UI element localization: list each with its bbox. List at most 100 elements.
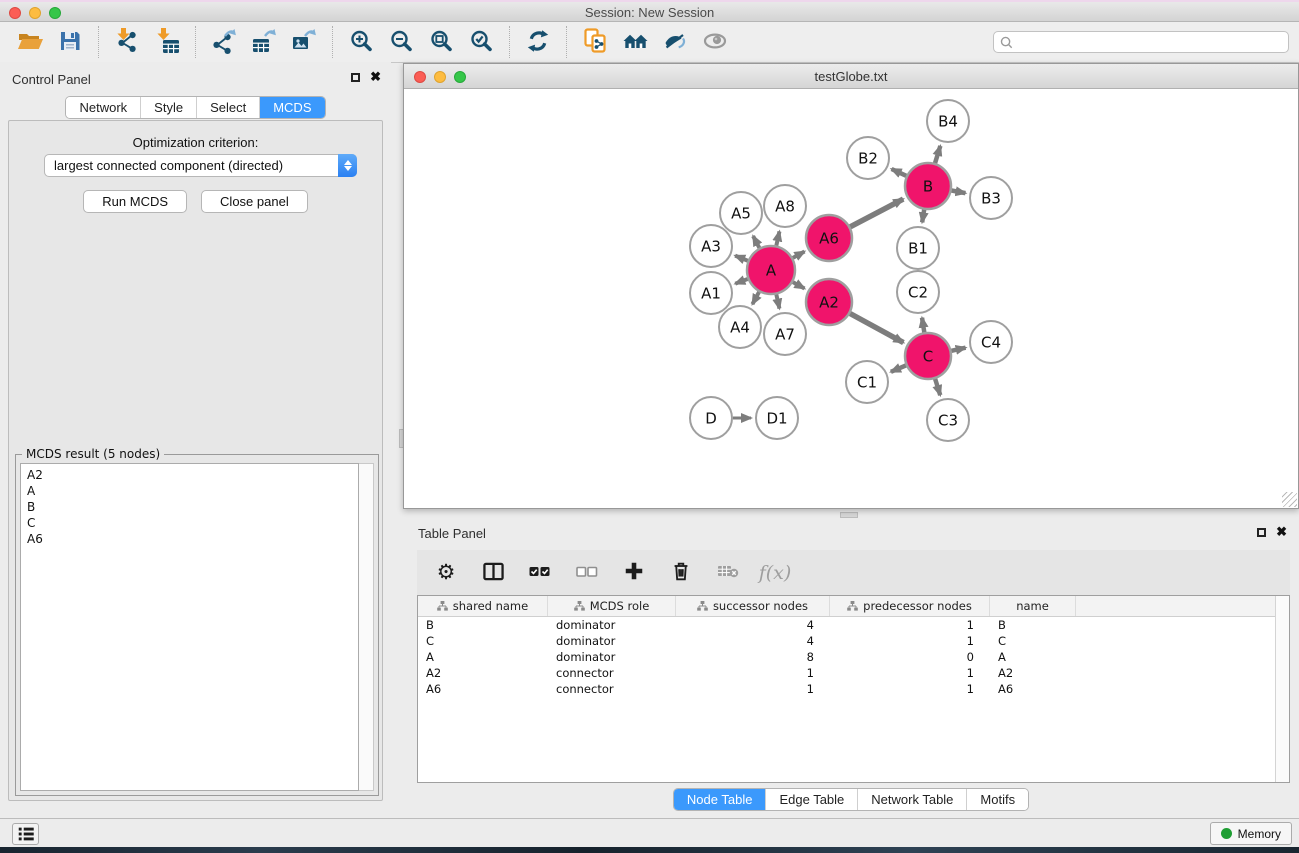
graph-edge-C-C4[interactable] <box>951 348 965 351</box>
tab-select[interactable]: Select <box>196 97 259 118</box>
table-cell[interactable]: A <box>418 649 548 665</box>
column-header-name[interactable]: name <box>990 596 1076 616</box>
column-layout-button[interactable] <box>480 558 506 588</box>
graph-node-A4[interactable]: A4 <box>719 306 761 348</box>
graph-edge-B-B2[interactable] <box>892 169 907 176</box>
result-list-item[interactable]: A <box>27 483 352 499</box>
graph-node-B3[interactable]: B3 <box>970 177 1012 219</box>
column-header-successor-nodes[interactable]: successor nodes <box>676 596 830 616</box>
birds-eye-view-button[interactable] <box>695 25 735 59</box>
close-panel-icon[interactable]: ✖ <box>370 72 381 82</box>
table-cell[interactable]: 1 <box>830 633 990 649</box>
table-close-panel-icon[interactable]: ✖ <box>1276 527 1287 537</box>
graph-edge-A2-C[interactable] <box>850 313 903 342</box>
table-tab-edge-table[interactable]: Edge Table <box>765 789 857 810</box>
result-list-item[interactable]: C <box>27 515 352 531</box>
export-image-button[interactable] <box>284 25 324 59</box>
table-cell[interactable]: connector <box>548 681 676 697</box>
table-tab-network-table[interactable]: Network Table <box>857 789 966 810</box>
column-header-MCDS-role[interactable]: MCDS role <box>548 596 676 616</box>
close-panel-button[interactable]: Close panel <box>201 190 308 213</box>
table-cell[interactable]: 4 <box>676 617 830 633</box>
table-row[interactable]: A2connector11A2 <box>418 665 1289 681</box>
table-cell[interactable]: connector <box>548 665 676 681</box>
tab-network[interactable]: Network <box>66 97 140 118</box>
float-panel-icon[interactable] <box>351 73 360 82</box>
export-network-button[interactable] <box>204 25 244 59</box>
graph-node-C1[interactable]: C1 <box>846 361 888 403</box>
table-cell[interactable]: dominator <box>548 617 676 633</box>
graph-edge-A-A4[interactable] <box>752 292 759 304</box>
export-table-button[interactable] <box>244 25 284 59</box>
table-row[interactable]: Bdominator41B <box>418 617 1289 633</box>
graph-node-B1[interactable]: B1 <box>897 227 939 269</box>
table-cell[interactable]: B <box>418 617 548 633</box>
memory-button[interactable]: Memory <box>1210 822 1292 845</box>
graph-node-A8[interactable]: A8 <box>764 185 806 227</box>
search-input[interactable] <box>1017 35 1282 49</box>
table-scrollbar[interactable] <box>1275 596 1289 782</box>
table-cell[interactable]: A6 <box>990 681 1076 697</box>
table-cell[interactable]: dominator <box>548 649 676 665</box>
table-cell[interactable]: 1 <box>676 681 830 697</box>
home-view-button[interactable] <box>615 25 655 59</box>
graph-edge-A-A8[interactable] <box>776 231 779 245</box>
graph-node-A7[interactable]: A7 <box>764 313 806 355</box>
graph-node-B[interactable]: B <box>905 163 951 209</box>
graph-node-B4[interactable]: B4 <box>927 100 969 142</box>
graph-node-A3[interactable]: A3 <box>690 225 732 267</box>
zoom-selected-button[interactable] <box>461 25 501 59</box>
table-row[interactable]: Cdominator41C <box>418 633 1289 649</box>
table-cell[interactable]: 1 <box>830 665 990 681</box>
graph-edge-A-A1[interactable] <box>735 279 747 284</box>
table-cell[interactable]: C <box>990 633 1076 649</box>
table-cell[interactable]: 1 <box>676 665 830 681</box>
table-cell[interactable]: A2 <box>418 665 548 681</box>
table-tab-node-table[interactable]: Node Table <box>674 789 766 810</box>
table-cell[interactable]: A2 <box>990 665 1076 681</box>
graph-node-A6[interactable]: A6 <box>806 215 852 261</box>
column-header-shared-name[interactable]: shared name <box>418 596 548 616</box>
import-network-button[interactable] <box>107 25 147 59</box>
run-mcds-button[interactable]: Run MCDS <box>83 190 187 213</box>
table-cell[interactable]: 0 <box>830 649 990 665</box>
zoom-fit-button[interactable] <box>421 25 461 59</box>
table-cell[interactable]: 1 <box>830 681 990 697</box>
table-tab-motifs[interactable]: Motifs <box>966 789 1028 810</box>
table-cell[interactable]: A6 <box>418 681 548 697</box>
graph-node-A2[interactable]: A2 <box>806 279 852 325</box>
hide-graphics-details-button[interactable] <box>655 25 695 59</box>
window-resize-grip[interactable] <box>1282 492 1297 507</box>
graph-edge-C-C2[interactable] <box>922 318 924 333</box>
graph-edge-A6-B[interactable] <box>850 199 903 227</box>
save-session-button[interactable] <box>50 25 90 59</box>
graph-edge-B-B4[interactable] <box>935 146 940 163</box>
table-cell[interactable]: 8 <box>676 649 830 665</box>
graph-node-C4[interactable]: C4 <box>970 321 1012 363</box>
mcds-result-list[interactable]: A2ABCA6 <box>20 463 359 791</box>
result-list-item[interactable]: A6 <box>27 531 352 547</box>
table-cell[interactable]: 1 <box>830 617 990 633</box>
graph-edge-A-A6[interactable] <box>793 252 805 258</box>
add-row-button[interactable] <box>621 558 647 588</box>
graph-node-B2[interactable]: B2 <box>847 137 889 179</box>
graph-node-C[interactable]: C <box>905 333 951 379</box>
table-cell[interactable]: C <box>418 633 548 649</box>
table-row[interactable]: Adominator80A <box>418 649 1289 665</box>
graph-edge-A-A7[interactable] <box>776 294 779 308</box>
graph-node-A1[interactable]: A1 <box>690 272 732 314</box>
select-all-button[interactable] <box>527 558 553 588</box>
graph-node-C2[interactable]: C2 <box>897 271 939 313</box>
open-file-button[interactable] <box>10 25 50 59</box>
graph-node-D1[interactable]: D1 <box>756 397 798 439</box>
graph-edge-C-C1[interactable] <box>891 365 906 371</box>
network-canvas[interactable]: B4B2BB3A5A8A6B1A3AA1C2A2A4A7C4CC1C3DD1 <box>404 89 1298 508</box>
graph-node-A[interactable]: A <box>747 246 795 294</box>
result-list-item[interactable]: B <box>27 499 352 515</box>
table-cell[interactable]: dominator <box>548 633 676 649</box>
task-history-button[interactable] <box>12 823 39 845</box>
graph-edge-A-A2[interactable] <box>793 282 805 288</box>
zoom-in-button[interactable] <box>341 25 381 59</box>
node-table[interactable]: shared nameMCDS rolesuccessor nodesprede… <box>417 595 1290 783</box>
horizontal-splitter-handle[interactable] <box>840 512 858 518</box>
